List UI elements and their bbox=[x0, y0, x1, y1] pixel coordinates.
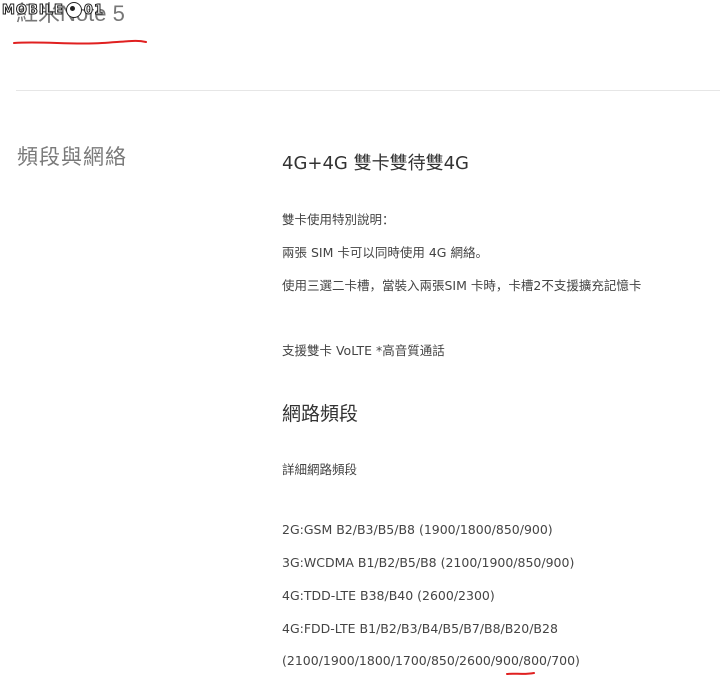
band-row: (2100/1900/1800/1700/850/2600/900/800/70… bbox=[282, 653, 580, 668]
dual-sim-note-line: 使用三選二卡槽，當裝入兩張SIM 卡時，卡槽2不支援擴充記憶卡 bbox=[282, 278, 642, 293]
eye-icon bbox=[65, 2, 82, 18]
dual-sim-note-line: 兩張 SIM 卡可以同時使用 4G 網絡。 bbox=[282, 245, 488, 260]
section-heading: 頻段與網絡 bbox=[17, 145, 127, 169]
dual-sim-title: 4G+4G 雙卡雙待雙4G bbox=[282, 153, 470, 174]
section-divider bbox=[16, 90, 720, 91]
volte-support: 支援雙卡 VoLTE *高音質通話 bbox=[282, 343, 445, 358]
red-annotation-underline bbox=[13, 39, 147, 45]
watermark-text-left: MOBILE bbox=[2, 2, 64, 18]
band-row: 2G:GSM B2/B3/B5/B8 (1900/1800/850/900) bbox=[282, 522, 553, 537]
network-bands-subtitle: 詳細網路頻段 bbox=[282, 462, 358, 477]
band-row: 4G:FDD-LTE B1/B2/B3/B4/B5/B7/B8/B20/B28 bbox=[282, 621, 558, 636]
watermark-text-right: 01 bbox=[83, 2, 104, 18]
band-row: 4G:TDD-LTE B38/B40 (2600/2300) bbox=[282, 588, 495, 603]
band-row: 3G:WCDMA B1/B2/B5/B8 (2100/1900/850/900) bbox=[282, 555, 575, 570]
network-bands-title: 網路頻段 bbox=[282, 403, 359, 425]
watermark-logo: MOBILE 01 bbox=[2, 2, 104, 18]
red-annotation-underline-900 bbox=[506, 672, 535, 675]
dual-sim-note-heading: 雙卡使用特別說明： bbox=[282, 212, 395, 227]
